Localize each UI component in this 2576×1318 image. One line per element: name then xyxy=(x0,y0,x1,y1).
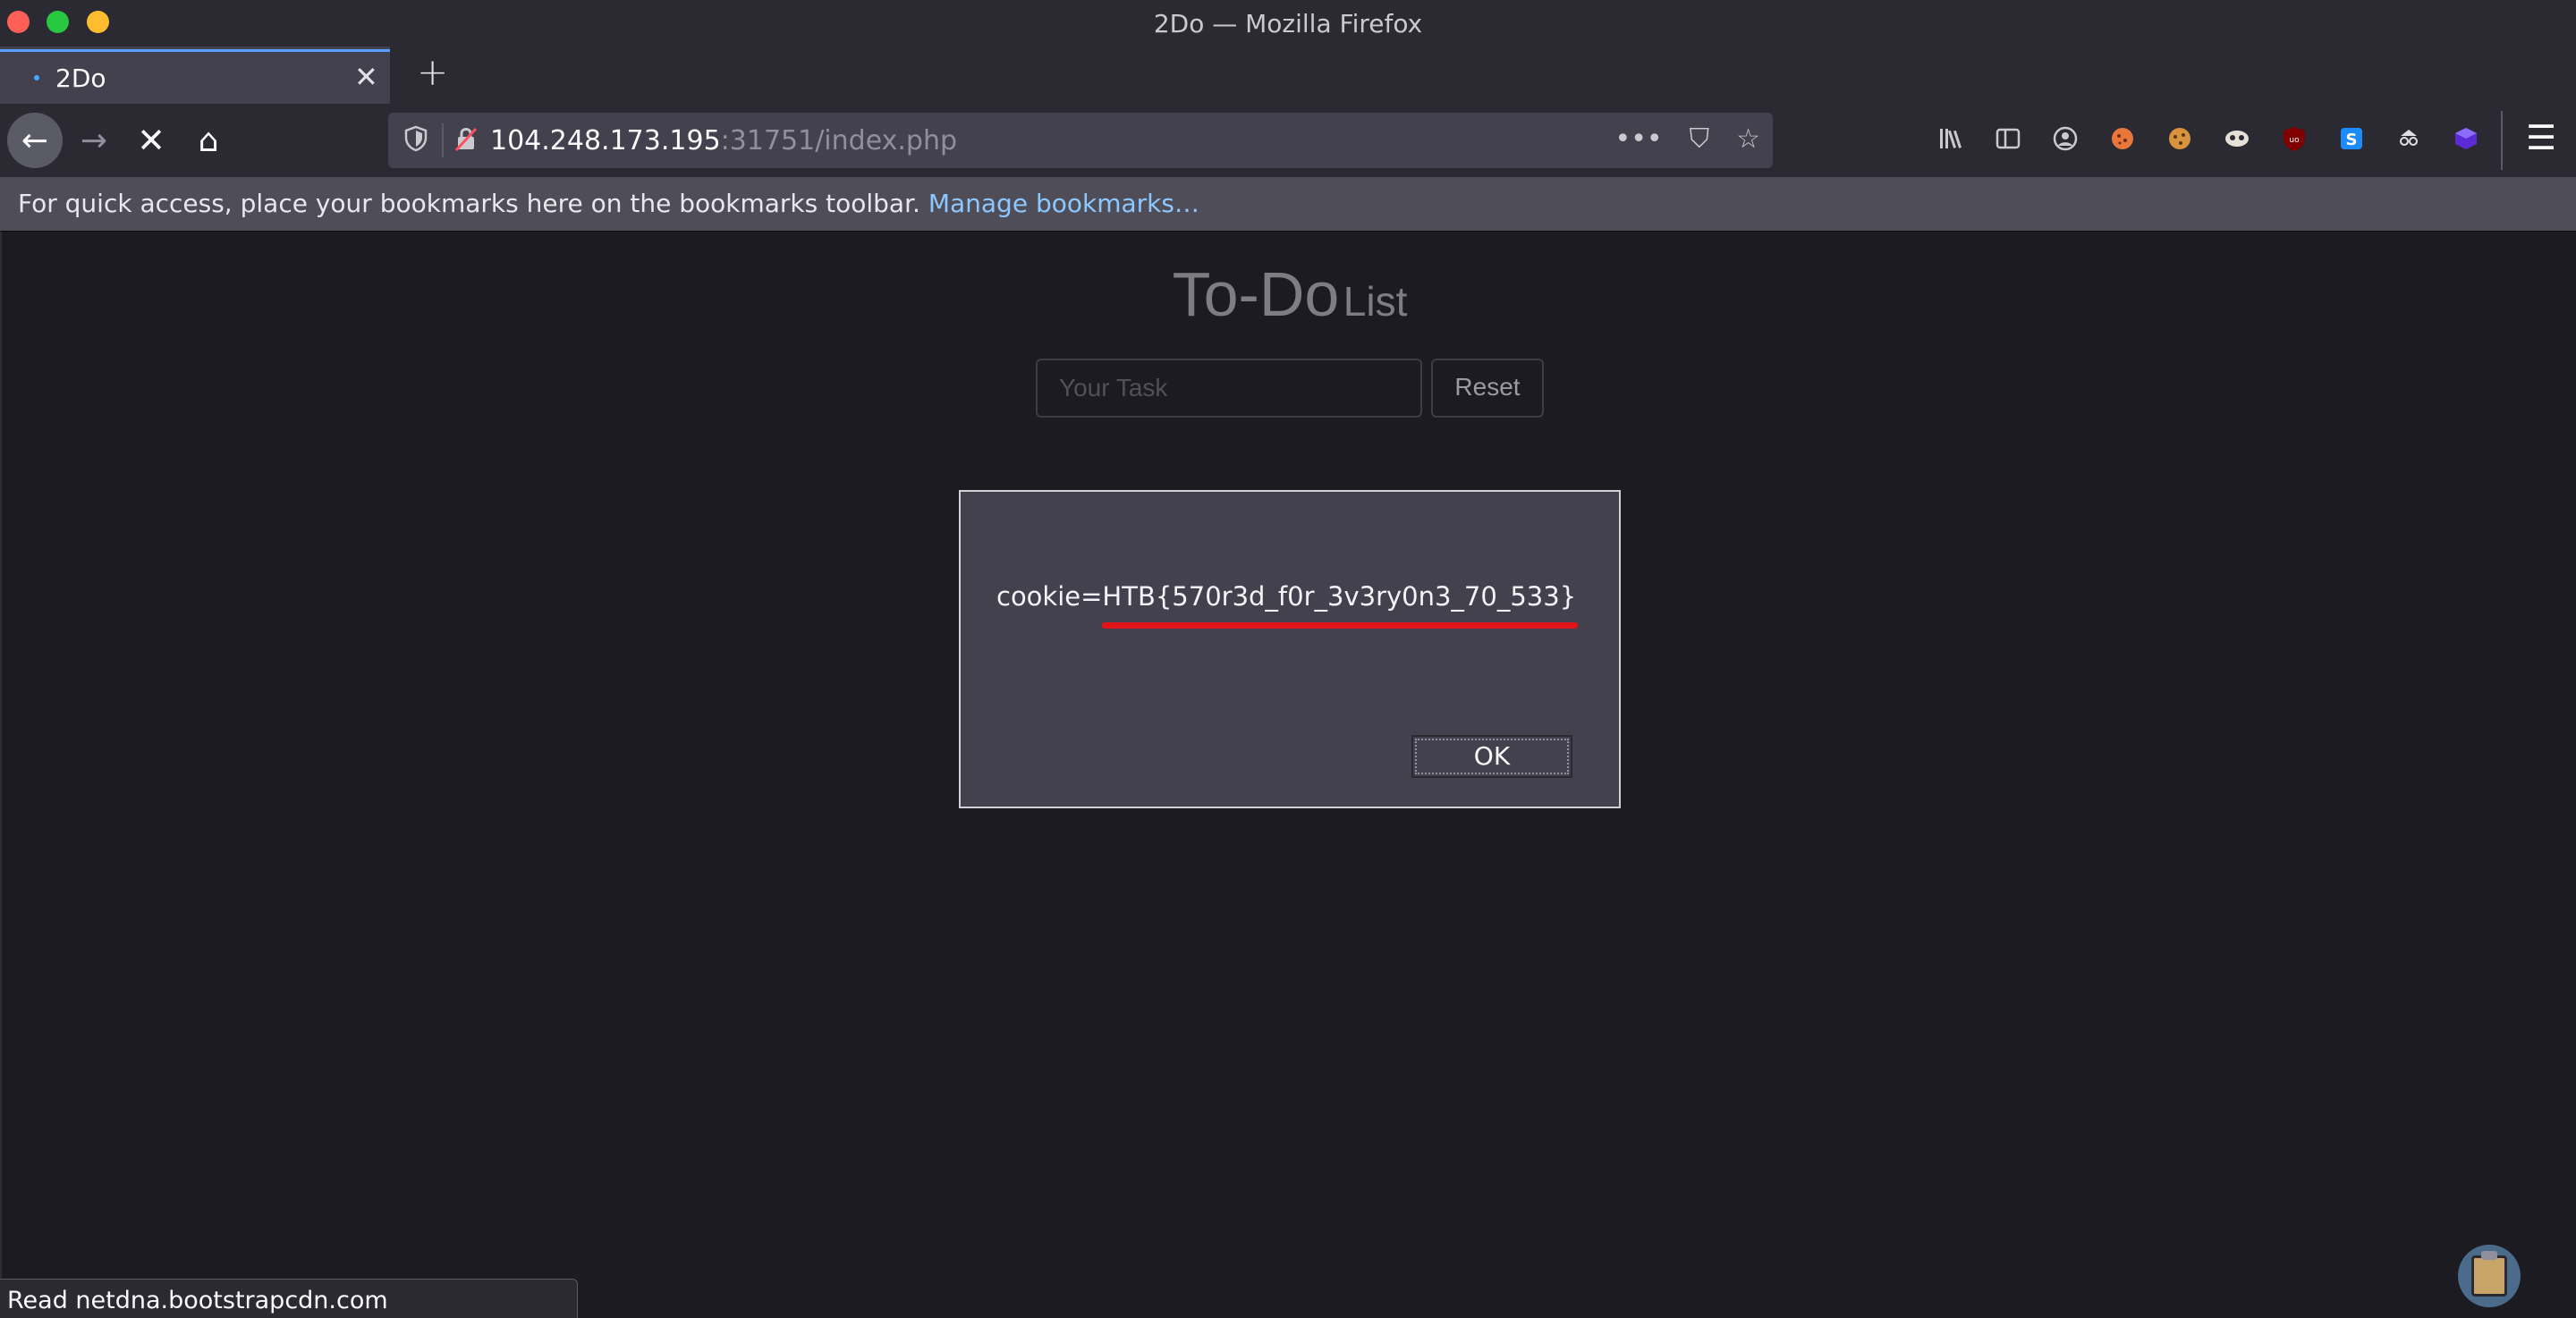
home-button[interactable]: ⌂ xyxy=(181,113,236,168)
back-button[interactable]: ← xyxy=(7,113,63,168)
clipboard-icon xyxy=(2471,1251,2507,1297)
tab-close-icon[interactable]: ✕ xyxy=(354,60,378,94)
url-separator xyxy=(442,123,444,157)
bookmarks-toolbar: For quick access, place your bookmarks h… xyxy=(0,177,2576,232)
flag-highlight-underline xyxy=(1102,622,1578,629)
tracking-protection-shield-icon[interactable] xyxy=(401,125,431,156)
loading-dot-icon xyxy=(34,75,39,80)
account-icon[interactable] xyxy=(2046,120,2084,157)
manage-bookmarks-link[interactable]: Manage bookmarks… xyxy=(928,189,1199,218)
pocket-icon[interactable]: ⛉ xyxy=(1690,123,1710,155)
page-actions-more-icon[interactable]: ••• xyxy=(1615,123,1663,155)
forward-button[interactable]: → xyxy=(66,113,122,168)
tab-label: 2Do xyxy=(55,63,106,93)
alert-message: cookie=HTB{570r3d_f0r_3v3ry0n3_70_533} xyxy=(996,581,1577,612)
url-bar[interactable]: 104.248.173.195:31751/index.php ••• ⛉ ☆ xyxy=(388,113,1773,168)
extension-toolbar: uo S xyxy=(1932,120,2485,157)
ublock-icon[interactable]: uo xyxy=(2275,120,2313,157)
stop-button[interactable]: ✕ xyxy=(123,113,179,168)
bookmark-star-icon[interactable]: ☆ xyxy=(1736,123,1760,155)
sidebar-icon[interactable] xyxy=(1989,120,2027,157)
ext-mask-icon[interactable] xyxy=(2218,120,2256,157)
alert-dialog: cookie=HTB{570r3d_f0r_3v3ry0n3_70_533} O… xyxy=(959,490,1621,808)
url-host: 104.248.173.195 xyxy=(490,125,721,156)
page-title-main: To-Do xyxy=(1172,259,1340,329)
svg-text:uo: uo xyxy=(2289,136,2300,145)
navigation-toolbar: ← → ✕ ⌂ 104.248.173.195:31751/index.php … xyxy=(0,104,2576,177)
bookmarks-hint: For quick access, place your bookmarks h… xyxy=(18,189,1199,218)
app-menu-icon[interactable]: ☰ xyxy=(2526,118,2556,157)
window-titlebar: 2Do — Mozilla Firefox xyxy=(0,0,2576,45)
insecure-lock-icon[interactable] xyxy=(451,125,481,156)
window-title: 2Do — Mozilla Firefox xyxy=(1153,9,1423,38)
url-text[interactable]: 104.248.173.195:31751/index.php xyxy=(490,125,957,156)
tab-active-indicator xyxy=(0,49,390,52)
page-content: To-Do List Reset cookie=HTB{570r3d_f0r_3… xyxy=(0,232,2576,1318)
tab-2do[interactable]: 2Do ✕ xyxy=(0,46,390,104)
svg-text:S: S xyxy=(2346,131,2358,149)
ext-cube-icon[interactable] xyxy=(2447,120,2485,157)
new-tab-button[interactable]: + xyxy=(417,50,448,94)
library-icon[interactable] xyxy=(1932,120,1970,157)
ext-cookie2-icon[interactable] xyxy=(2161,120,2199,157)
page-title-sub: List xyxy=(1343,278,1408,325)
toolbar-separator xyxy=(2501,111,2503,170)
page-actions: ••• ⛉ ☆ xyxy=(1615,123,1761,155)
reset-button[interactable]: Reset xyxy=(1431,359,1544,418)
ext-cookie-icon[interactable] xyxy=(2104,120,2141,157)
task-input[interactable] xyxy=(1036,359,1422,418)
ok-button[interactable]: OK xyxy=(1411,735,1572,778)
tab-strip: 2Do ✕ + xyxy=(0,45,2576,104)
url-path: :31751/index.php xyxy=(720,125,958,156)
ext-s-icon[interactable]: S xyxy=(2333,120,2370,157)
status-bar: Read netdna.bootstrapcdn.com xyxy=(0,1279,578,1318)
clipboard-button[interactable] xyxy=(2458,1245,2521,1307)
page-title: To-Do List xyxy=(2,258,2576,330)
ext-spy-icon[interactable] xyxy=(2390,120,2428,157)
bookmarks-hint-text: For quick access, place your bookmarks h… xyxy=(18,189,920,218)
